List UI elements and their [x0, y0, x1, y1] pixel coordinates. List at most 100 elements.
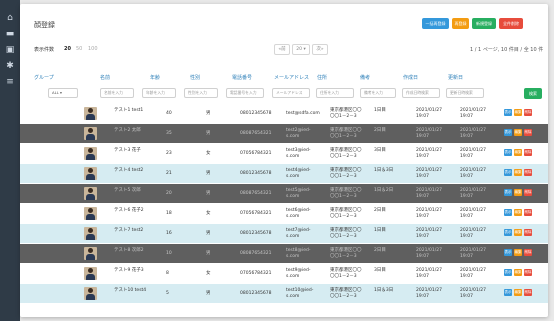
updated-cell: 2021/01/27 19:07 — [460, 168, 486, 179]
table-row[interactable]: テスト10 test4 5 男 08012345678 test10@ied-s.com… — [20, 284, 548, 303]
view-button[interactable]: 表示 — [504, 289, 512, 296]
delete-button[interactable]: 削除 — [524, 189, 532, 196]
view-button[interactable]: 表示 — [504, 169, 512, 176]
view-button[interactable]: 表示 — [504, 269, 512, 276]
delete-button[interactable]: 削除 — [524, 129, 532, 136]
pager-page-select[interactable]: 20 ▾ — [292, 44, 310, 55]
edit-button[interactable]: 編集 — [514, 129, 522, 136]
delete-all-button[interactable]: 全件削除 — [499, 18, 523, 29]
updated-cell: 2021/01/27 19:07 — [460, 188, 486, 199]
edit-button[interactable]: 編集 — [514, 189, 522, 196]
email-cell-line: s.com — [286, 173, 300, 179]
col-created[interactable]: 作成日 — [403, 74, 418, 81]
edit-button[interactable]: 編集 — [514, 249, 522, 256]
display-option-20[interactable]: 20 — [64, 46, 71, 52]
face-thumbnail — [84, 167, 97, 180]
col-phone[interactable]: 電話番号 — [232, 74, 252, 81]
chart-icon[interactable]: ▬ — [4, 28, 16, 40]
address-cell: 東京都港区〇〇 〇〇1－2－3 — [330, 228, 362, 239]
edit-button[interactable]: 編集 — [514, 209, 522, 216]
table-row[interactable]: テスト6 花子2 18 女 07056784321 test6@ied-s.com 東京都… — [20, 204, 548, 223]
edit-button[interactable]: 編集 — [514, 149, 522, 156]
delete-button[interactable]: 削除 — [524, 289, 532, 296]
list-icon[interactable]: ≡ — [4, 76, 16, 88]
email-cell: test7@ied-s.com — [286, 228, 311, 239]
address-cell-line: 〇〇1－2－3 — [330, 153, 357, 159]
table-row[interactable]: テスト1 test1 40 男 08012345678 test@sdfa.com 東京都… — [20, 104, 548, 123]
view-button[interactable]: 表示 — [504, 189, 512, 196]
table-row[interactable]: テスト4 test2 21 男 08012345678 test4@ied-s.com 東… — [20, 164, 548, 183]
view-button[interactable]: 表示 — [504, 229, 512, 236]
search-button[interactable]: 検索 — [524, 88, 542, 99]
address-cell: 東京都港区〇〇 〇〇1－2－3 — [330, 288, 362, 299]
col-email[interactable]: メールアドレス — [274, 74, 309, 81]
col-group[interactable]: グループ — [34, 74, 54, 81]
display-option-100[interactable]: 100 — [88, 46, 98, 52]
table-row[interactable]: テスト3 花子 23 女 07056784321 test3@ied-s.com 東京都港… — [20, 144, 548, 163]
view-button[interactable]: 表示 — [504, 209, 512, 216]
address-cell-line: 東京都港区〇〇 — [330, 228, 362, 233]
updated-filter[interactable]: 更新日時検索 — [446, 88, 484, 98]
reregister-button[interactable]: 再登録 — [452, 18, 469, 29]
address-filter[interactable]: 住所を入力 — [316, 88, 354, 98]
col-updated[interactable]: 更新日 — [448, 74, 463, 81]
name-filter[interactable]: 名前を入力 — [100, 88, 134, 98]
delete-button[interactable]: 削除 — [524, 149, 532, 156]
address-cell-line: 〇〇1－2－3 — [330, 113, 357, 119]
id-card-icon[interactable]: ▣ — [4, 44, 16, 56]
delete-button[interactable]: 削除 — [524, 209, 532, 216]
age-cell: 21 — [166, 171, 172, 176]
edit-button[interactable]: 編集 — [514, 289, 522, 296]
col-address[interactable]: 住所 — [317, 74, 327, 81]
col-gender[interactable]: 性別 — [190, 74, 200, 81]
table-row[interactable]: テスト2 太郎 35 男 08087654321 test2@ied-s.com 東京都港… — [20, 124, 548, 143]
pager-prev[interactable]: «前 — [274, 44, 290, 55]
table-row[interactable]: テスト7 test2 16 男 08012345678 test7@ied-s.com 東… — [20, 224, 548, 243]
delete-button[interactable]: 削除 — [524, 109, 532, 116]
edit-button[interactable]: 編集 — [514, 269, 522, 276]
created-filter[interactable]: 作成日時検索 — [402, 88, 440, 98]
email-filter[interactable]: メールアドレス — [272, 88, 310, 98]
settings-icon[interactable]: ✱ — [4, 60, 16, 72]
group-select[interactable]: ALL ▾ — [48, 88, 78, 98]
home-icon[interactable]: ⌂ — [4, 12, 16, 24]
address-cell-line: 〇〇1－2－3 — [330, 293, 357, 299]
created-cell-line: 19:07 — [416, 133, 429, 139]
gender-filter[interactable]: 性別を入力 — [184, 88, 218, 98]
phone-cell: 08087654321 — [240, 251, 272, 256]
email-cell-line: test5@ied- — [286, 188, 311, 193]
pager-next[interactable]: 次» — [312, 44, 328, 55]
edit-button[interactable]: 編集 — [514, 109, 522, 116]
view-button[interactable]: 表示 — [504, 249, 512, 256]
created-cell: 2021/01/27 19:07 — [416, 288, 442, 299]
delete-button[interactable]: 削除 — [524, 249, 532, 256]
name-cell: テスト4 test2 — [114, 168, 144, 173]
email-cell-line: s.com — [286, 233, 300, 239]
delete-button[interactable]: 削除 — [524, 269, 532, 276]
table-row[interactable]: テスト8 次郎2 10 男 08087654321 test8@ied-s.com 東京都… — [20, 244, 548, 263]
col-name[interactable]: 名前 — [100, 74, 110, 81]
phone-filter[interactable]: 電話番号を入力 — [226, 88, 264, 98]
col-age[interactable]: 年齢 — [150, 74, 160, 81]
address-cell: 東京都港区〇〇 〇〇1－2－3 — [330, 108, 362, 119]
age-filter[interactable]: 年齢を入力 — [142, 88, 176, 98]
created-cell-line: 19:07 — [416, 213, 429, 219]
updated-cell-line: 2021/01/27 — [460, 228, 486, 233]
view-button[interactable]: 表示 — [504, 149, 512, 156]
view-button[interactable]: 表示 — [504, 109, 512, 116]
edit-button[interactable]: 編集 — [514, 229, 522, 236]
col-note[interactable]: 備考 — [360, 74, 370, 81]
face-thumbnail — [84, 107, 97, 120]
face-thumbnail — [84, 147, 97, 160]
new-register-button[interactable]: 新規登録 — [472, 18, 496, 29]
table-row[interactable]: テスト9 花子3 8 女 07056784321 test9@ied-s.com 東京都港… — [20, 264, 548, 283]
delete-button[interactable]: 削除 — [524, 169, 532, 176]
table-row[interactable]: テスト5 次郎 20 男 08087654321 test5@ied-s.com 東京都港… — [20, 184, 548, 203]
bulk-reregister-button[interactable]: 一括再登録 — [422, 18, 449, 29]
display-option-50[interactable]: 50 — [76, 46, 82, 52]
phone-cell: 07056784321 — [240, 271, 272, 276]
delete-button[interactable]: 削除 — [524, 229, 532, 236]
note-filter[interactable]: 備考を入力 — [360, 88, 396, 98]
edit-button[interactable]: 編集 — [514, 169, 522, 176]
view-button[interactable]: 表示 — [504, 129, 512, 136]
